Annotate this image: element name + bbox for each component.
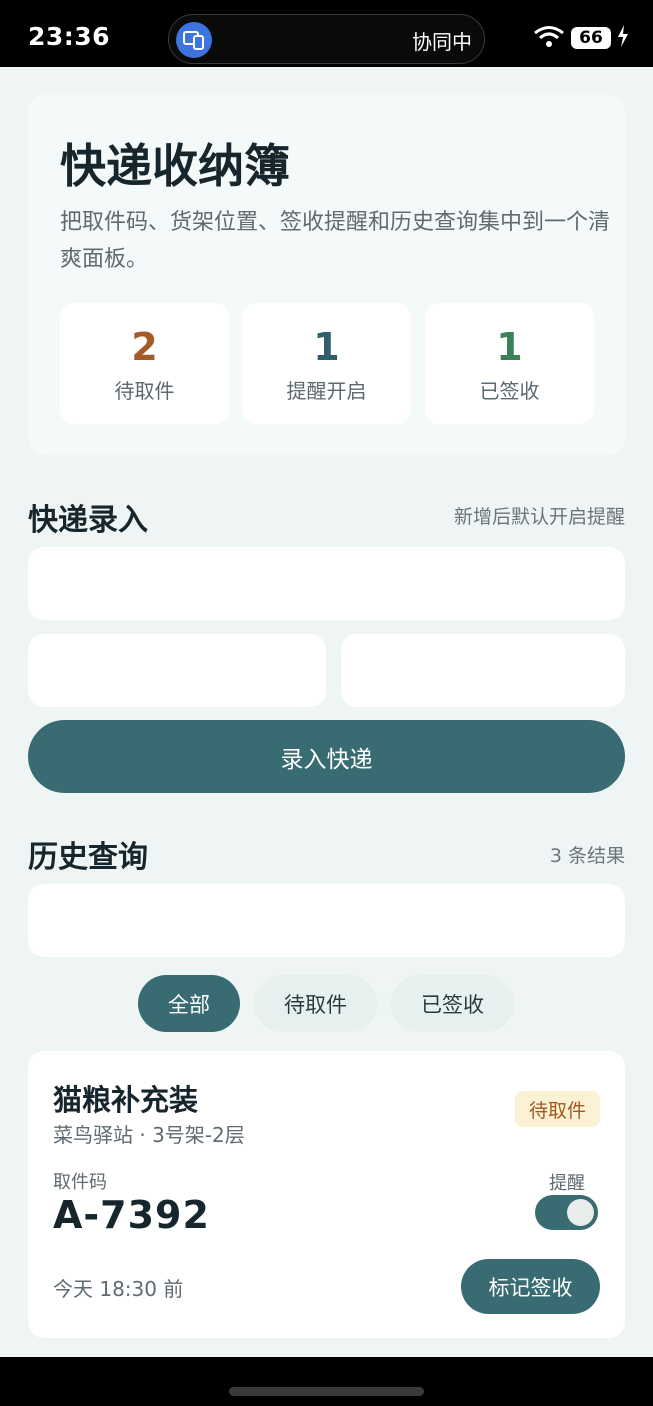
filter-pending[interactable]: 待取件 bbox=[254, 975, 377, 1032]
stat-signed: 1 已签收 bbox=[425, 303, 594, 424]
status-bar: 23:36 协同中 66 bbox=[0, 0, 653, 67]
stat-pending: 2 待取件 bbox=[60, 303, 229, 424]
clock: 23:36 bbox=[28, 22, 111, 51]
submit-package-button[interactable]: 录入快递 bbox=[28, 720, 625, 793]
reminder-toggle[interactable] bbox=[535, 1195, 598, 1230]
reminder-label: 提醒 bbox=[549, 1173, 585, 1194]
filter-all[interactable]: 全部 bbox=[138, 975, 240, 1032]
toggle-knob bbox=[567, 1199, 594, 1226]
stat-pending-value: 2 bbox=[131, 325, 158, 369]
package-title: 猫粮补充装 bbox=[53, 1083, 199, 1117]
collab-label: 协同中 bbox=[412, 30, 472, 54]
station-input[interactable] bbox=[28, 634, 326, 707]
stat-signed-label: 已签收 bbox=[479, 379, 540, 403]
pickup-code-label: 取件码 bbox=[53, 1172, 107, 1193]
pickup-code: A-7392 bbox=[53, 1193, 210, 1237]
pickup-deadline: 今天 18:30 前 bbox=[53, 1277, 184, 1301]
result-count: 3 条结果 bbox=[549, 845, 625, 867]
stat-reminders-value: 1 bbox=[313, 325, 340, 369]
entry-section-title: 快递录入 bbox=[28, 503, 148, 538]
entry-section-note: 新增后默认开启提醒 bbox=[453, 506, 625, 528]
stat-signed-value: 1 bbox=[496, 325, 523, 369]
history-search-input[interactable] bbox=[28, 884, 625, 957]
filter-signed[interactable]: 已签收 bbox=[391, 975, 514, 1032]
status-icons: 66 bbox=[533, 24, 629, 52]
multi-device-icon bbox=[176, 22, 212, 58]
wifi-icon bbox=[533, 24, 565, 52]
page-subtitle: 把取件码、货架位置、签收提醒和历史查询集中到一个清爽面板。 bbox=[60, 210, 611, 272]
stat-reminders: 1 提醒开启 bbox=[242, 303, 411, 424]
charging-icon bbox=[617, 25, 629, 51]
status-badge: 待取件 bbox=[514, 1091, 600, 1127]
package-name-input[interactable] bbox=[28, 547, 625, 620]
page-title: 快递收纳簿 bbox=[60, 139, 290, 193]
shelf-input[interactable] bbox=[341, 634, 625, 707]
stat-reminders-label: 提醒开启 bbox=[286, 379, 367, 403]
history-section-title: 历史查询 bbox=[28, 840, 148, 875]
collab-pill[interactable]: 协同中 bbox=[168, 14, 485, 64]
mark-signed-button[interactable]: 标记签收 bbox=[461, 1259, 600, 1314]
battery-icon: 66 bbox=[571, 27, 611, 49]
home-indicator[interactable] bbox=[229, 1387, 424, 1396]
package-location: 菜鸟驿站 · 3号架-2层 bbox=[53, 1123, 245, 1147]
system-nav-bar bbox=[0, 1357, 653, 1406]
stat-pending-label: 待取件 bbox=[114, 379, 175, 403]
package-card: 猫粮补充装 菜鸟驿站 · 3号架-2层 待取件 取件码 A-7392 提醒 今天… bbox=[28, 1051, 625, 1338]
